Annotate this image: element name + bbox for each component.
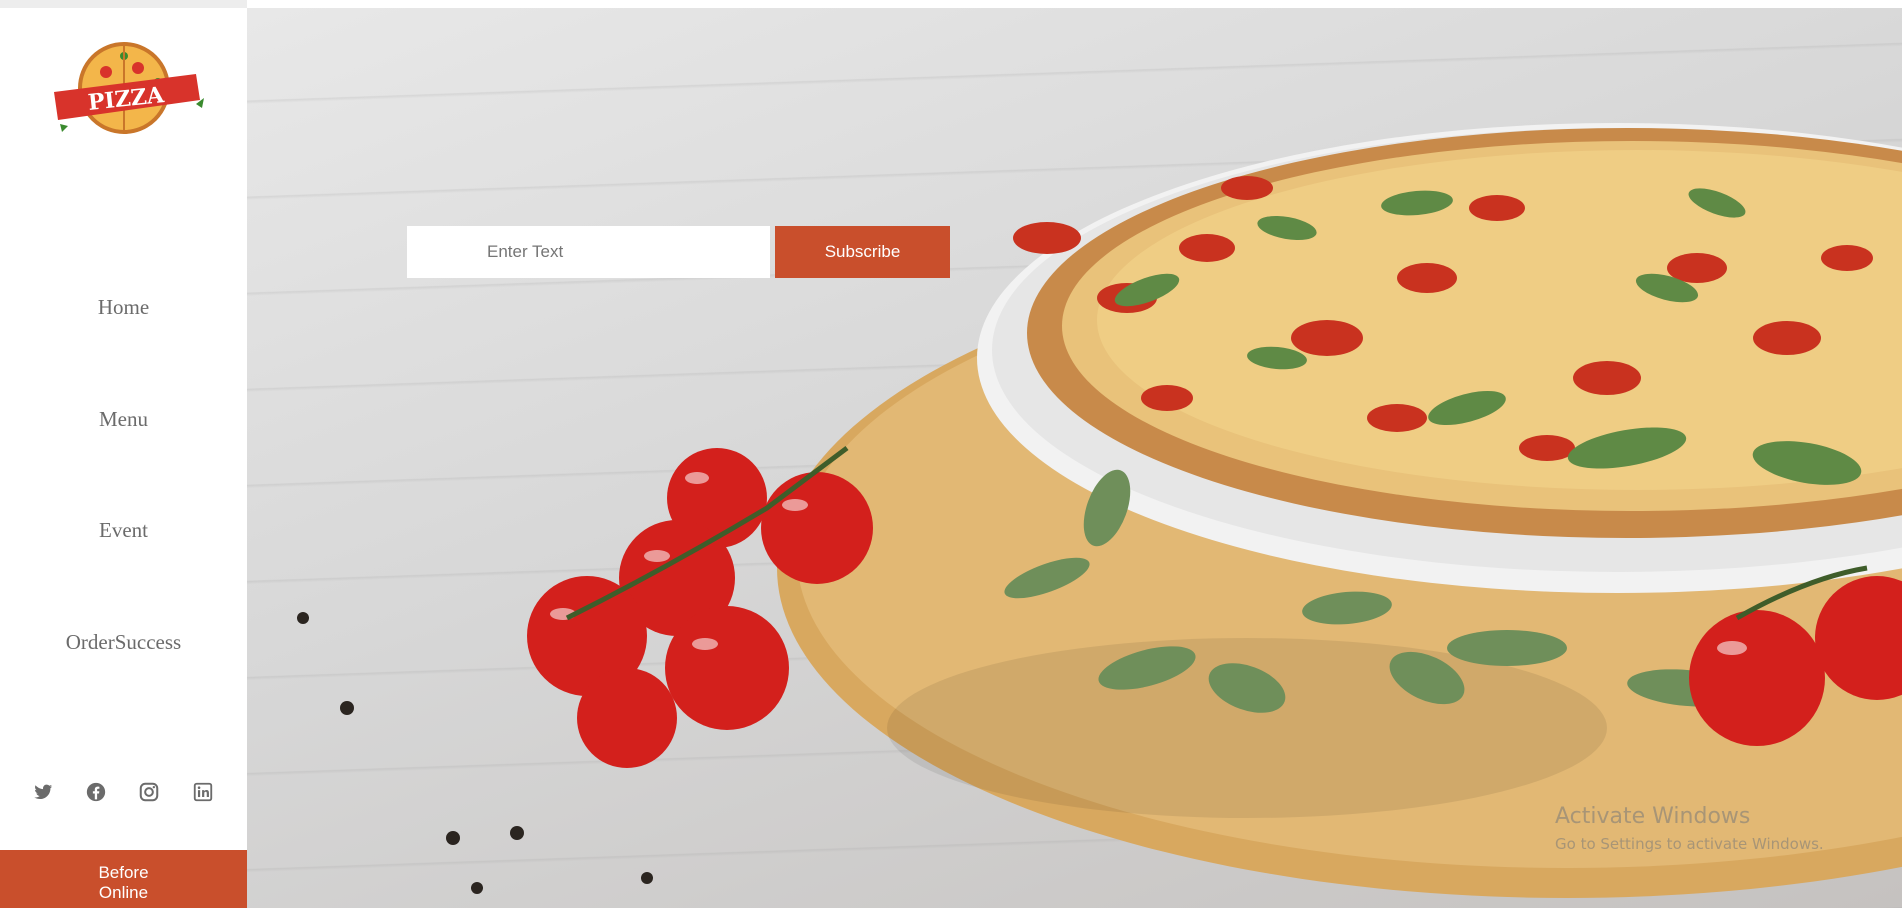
twitter-icon[interactable] [32, 781, 54, 803]
cta-line-2: Online [98, 883, 149, 902]
instagram-icon[interactable] [138, 781, 160, 803]
watermark-subtitle: Go to Settings to activate Windows. [1555, 835, 1824, 853]
pizza-logo[interactable]: PIZZA [46, 34, 206, 148]
hero-banner: Subscribe Activate Windows Go to Setting… [247, 8, 1902, 908]
facebook-icon[interactable] [85, 781, 107, 803]
watermark-title: Activate Windows [1555, 804, 1751, 829]
subscribe-input[interactable] [407, 226, 770, 278]
nav-item-ordersuccess[interactable]: OrderSuccess [0, 630, 247, 655]
pizza-hero-image [297, 123, 1902, 898]
subscribe-button[interactable]: Subscribe [775, 226, 950, 278]
linkedin-icon[interactable] [192, 781, 214, 803]
sidebar: PIZZA Home Menu Event OrderSuccess Befor… [0, 0, 247, 910]
nav-item-event[interactable]: Event [0, 518, 247, 543]
before-online-button[interactable]: Before Online [0, 850, 247, 910]
nav-item-home[interactable]: Home [0, 295, 247, 320]
cta-line-1: Before [98, 863, 149, 882]
nav-item-menu[interactable]: Menu [0, 407, 247, 432]
activate-windows-watermark: Activate Windows Go to Settings to activ… [1555, 804, 1824, 853]
social-links [0, 781, 247, 805]
